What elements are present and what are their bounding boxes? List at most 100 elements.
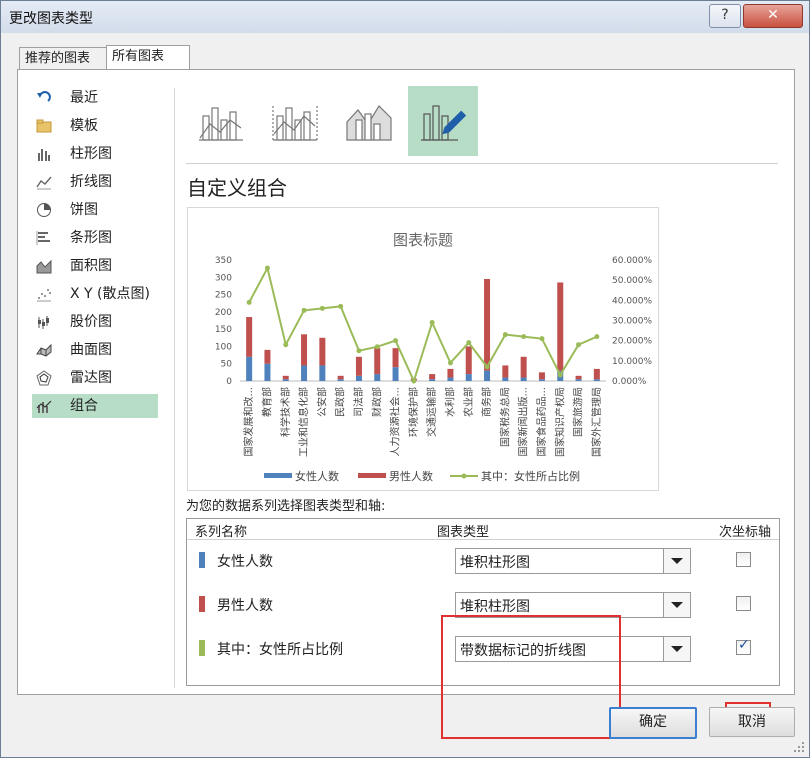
ratio-point bbox=[447, 360, 453, 366]
bar-male bbox=[355, 356, 362, 376]
x-tick-label: 国家旅游局 bbox=[572, 387, 585, 437]
window-title: 更改图表类型 bbox=[9, 11, 93, 27]
ratio-point bbox=[301, 307, 307, 313]
chart-type-value: 堆积柱形图 bbox=[460, 555, 530, 571]
secondary-axis-checkbox[interactable] bbox=[736, 552, 751, 567]
bar-male bbox=[319, 337, 326, 366]
x-tick-label: 国家知识产权局 bbox=[553, 387, 566, 457]
series-color-swatch bbox=[199, 640, 205, 656]
secondary-axis-checkbox[interactable]: ✓ bbox=[736, 637, 751, 655]
y-tick-label: 150 bbox=[215, 325, 232, 335]
legend-label: 其中：女性所占比例 bbox=[481, 469, 580, 483]
bar-female bbox=[502, 377, 509, 381]
x-tick-label: 水利部 bbox=[443, 387, 456, 417]
thumb-clustered-column-line-secondary[interactable] bbox=[260, 86, 330, 156]
radar-chart-icon bbox=[36, 370, 52, 386]
y-tick-label: 350 bbox=[215, 256, 232, 266]
thumb-custom-combination[interactable] bbox=[408, 86, 478, 156]
tab-recommended-charts[interactable]: 推荐的图表 bbox=[19, 47, 111, 69]
sidebar-item-column-chart[interactable]: 柱形图 bbox=[32, 142, 158, 166]
bar-female bbox=[447, 377, 454, 381]
dropdown-button[interactable] bbox=[663, 637, 690, 661]
sidebar-item-pie-chart[interactable]: 饼图 bbox=[32, 198, 158, 222]
chart-type-select[interactable]: 堆积柱形图 bbox=[455, 548, 691, 574]
bar-female bbox=[246, 356, 253, 381]
x-tick-label: 工业和信息化部 bbox=[297, 387, 310, 457]
sidebar-item-surface-chart[interactable]: 曲面图 bbox=[32, 338, 158, 362]
ratio-point bbox=[264, 265, 270, 271]
chart-type-value: 堆积柱形图 bbox=[460, 599, 530, 615]
x-tick-label: 财政部 bbox=[370, 387, 383, 417]
dropdown-button[interactable] bbox=[663, 549, 690, 573]
series-grid: 系列名称 图表类型 次坐标轴 女性人数 堆积柱形图 男性人数 堆积柱形图 其中：女性所占… bbox=[186, 518, 780, 739]
bar-male bbox=[447, 368, 454, 378]
sidebar-item-label: 最近 bbox=[70, 90, 98, 106]
header-series-name: 系列名称 bbox=[195, 525, 248, 540]
sidebar-item-combo-chart[interactable]: 组合 bbox=[32, 394, 158, 418]
sidebar-item-scatter-chart[interactable]: X Y (散点图) bbox=[32, 282, 158, 306]
sidebar-item-label: 柱形图 bbox=[70, 146, 112, 162]
chart-type-heading: 自定义组合 bbox=[187, 176, 287, 200]
sidebar-item-folder[interactable]: 模板 bbox=[32, 114, 158, 138]
sidebar-item-label: X Y (散点图) bbox=[70, 286, 150, 302]
bar-female bbox=[520, 377, 527, 381]
thumb-clustered-column-line[interactable] bbox=[186, 86, 256, 156]
ratio-point bbox=[356, 348, 362, 354]
bar-male bbox=[282, 375, 289, 380]
series-row: 女性人数 堆积柱形图 bbox=[187, 543, 779, 587]
bar-female bbox=[374, 374, 381, 381]
x-tick-label: 商务部 bbox=[480, 387, 493, 417]
resize-grip-icon[interactable] bbox=[793, 741, 805, 753]
bar-male bbox=[502, 365, 509, 378]
y2-tick-label: 0.000% bbox=[612, 377, 647, 387]
sidebar-item-stock-chart[interactable]: 股价图 bbox=[32, 310, 158, 334]
ratio-point bbox=[319, 305, 325, 311]
chart-preview: 图表标题 350 300 250 200 150 100 50 0 60.000% 50.000% 4… bbox=[187, 207, 659, 491]
series-name: 男性人数 bbox=[217, 598, 273, 614]
header-secondary-axis: 次坐标轴 bbox=[719, 525, 772, 540]
ratio-point bbox=[502, 332, 508, 338]
cancel-button[interactable]: 取消 bbox=[709, 707, 795, 737]
bar-male bbox=[538, 372, 545, 380]
x-tick-label: 司法部 bbox=[352, 387, 365, 417]
secondary-axis-checkbox[interactable] bbox=[736, 596, 751, 611]
help-button[interactable]: ? bbox=[709, 4, 741, 28]
sidebar-item-line-chart[interactable]: 折线图 bbox=[32, 170, 158, 194]
ratio-point bbox=[374, 344, 380, 350]
y2-tick-label: 40.000% bbox=[612, 296, 652, 306]
sidebar-item-label: 雷达图 bbox=[70, 370, 112, 386]
sidebar-item-area-chart[interactable]: 面积图 bbox=[32, 254, 158, 278]
bar-male bbox=[575, 375, 582, 380]
y-tick-label: 300 bbox=[215, 273, 232, 283]
bar-male bbox=[301, 334, 308, 366]
ratio-point bbox=[466, 340, 472, 346]
sidebar-item-undo[interactable]: 最近 bbox=[32, 86, 158, 110]
tab-all-charts[interactable]: 所有图表 bbox=[106, 45, 190, 69]
combo-chart-icon bbox=[36, 400, 52, 413]
ratio-point bbox=[246, 299, 252, 305]
x-tick-label: 科学技术部 bbox=[279, 387, 292, 437]
sidebar-divider bbox=[174, 88, 175, 688]
x-tick-label: 国家食品药品... bbox=[535, 387, 548, 457]
bar-male bbox=[392, 348, 399, 368]
bar-male bbox=[337, 375, 344, 380]
combo-chart: 图表标题 350 300 250 200 150 100 50 0 60.000% 50.000% 4… bbox=[215, 231, 653, 483]
ratio-point bbox=[283, 342, 289, 348]
stacked-area-column-icon bbox=[346, 105, 392, 141]
ratio-point bbox=[393, 338, 399, 344]
y2-tick-label: 60.000% bbox=[612, 256, 652, 266]
surface-chart-icon bbox=[36, 343, 52, 357]
series-grid-header: 系列名称 图表类型 次坐标轴 bbox=[187, 519, 779, 540]
dropdown-button[interactable] bbox=[663, 593, 690, 617]
close-button[interactable]: ✕ bbox=[743, 4, 803, 28]
header-chart-type: 图表类型 bbox=[437, 525, 490, 540]
bar-female bbox=[264, 363, 271, 381]
y2-tick-label: 30.000% bbox=[612, 317, 652, 327]
sidebar-item-bar-chart[interactable]: 条形图 bbox=[32, 226, 158, 250]
thumb-stacked-area-column[interactable] bbox=[334, 86, 404, 156]
checkmark-icon: ✓ bbox=[738, 637, 750, 653]
sidebar-item-radar-chart[interactable]: 雷达图 bbox=[32, 366, 158, 390]
sidebar-item-label: 条形图 bbox=[70, 230, 112, 246]
ok-button[interactable]: 确定 bbox=[609, 707, 697, 739]
sidebar-item-label: 模板 bbox=[70, 118, 98, 134]
